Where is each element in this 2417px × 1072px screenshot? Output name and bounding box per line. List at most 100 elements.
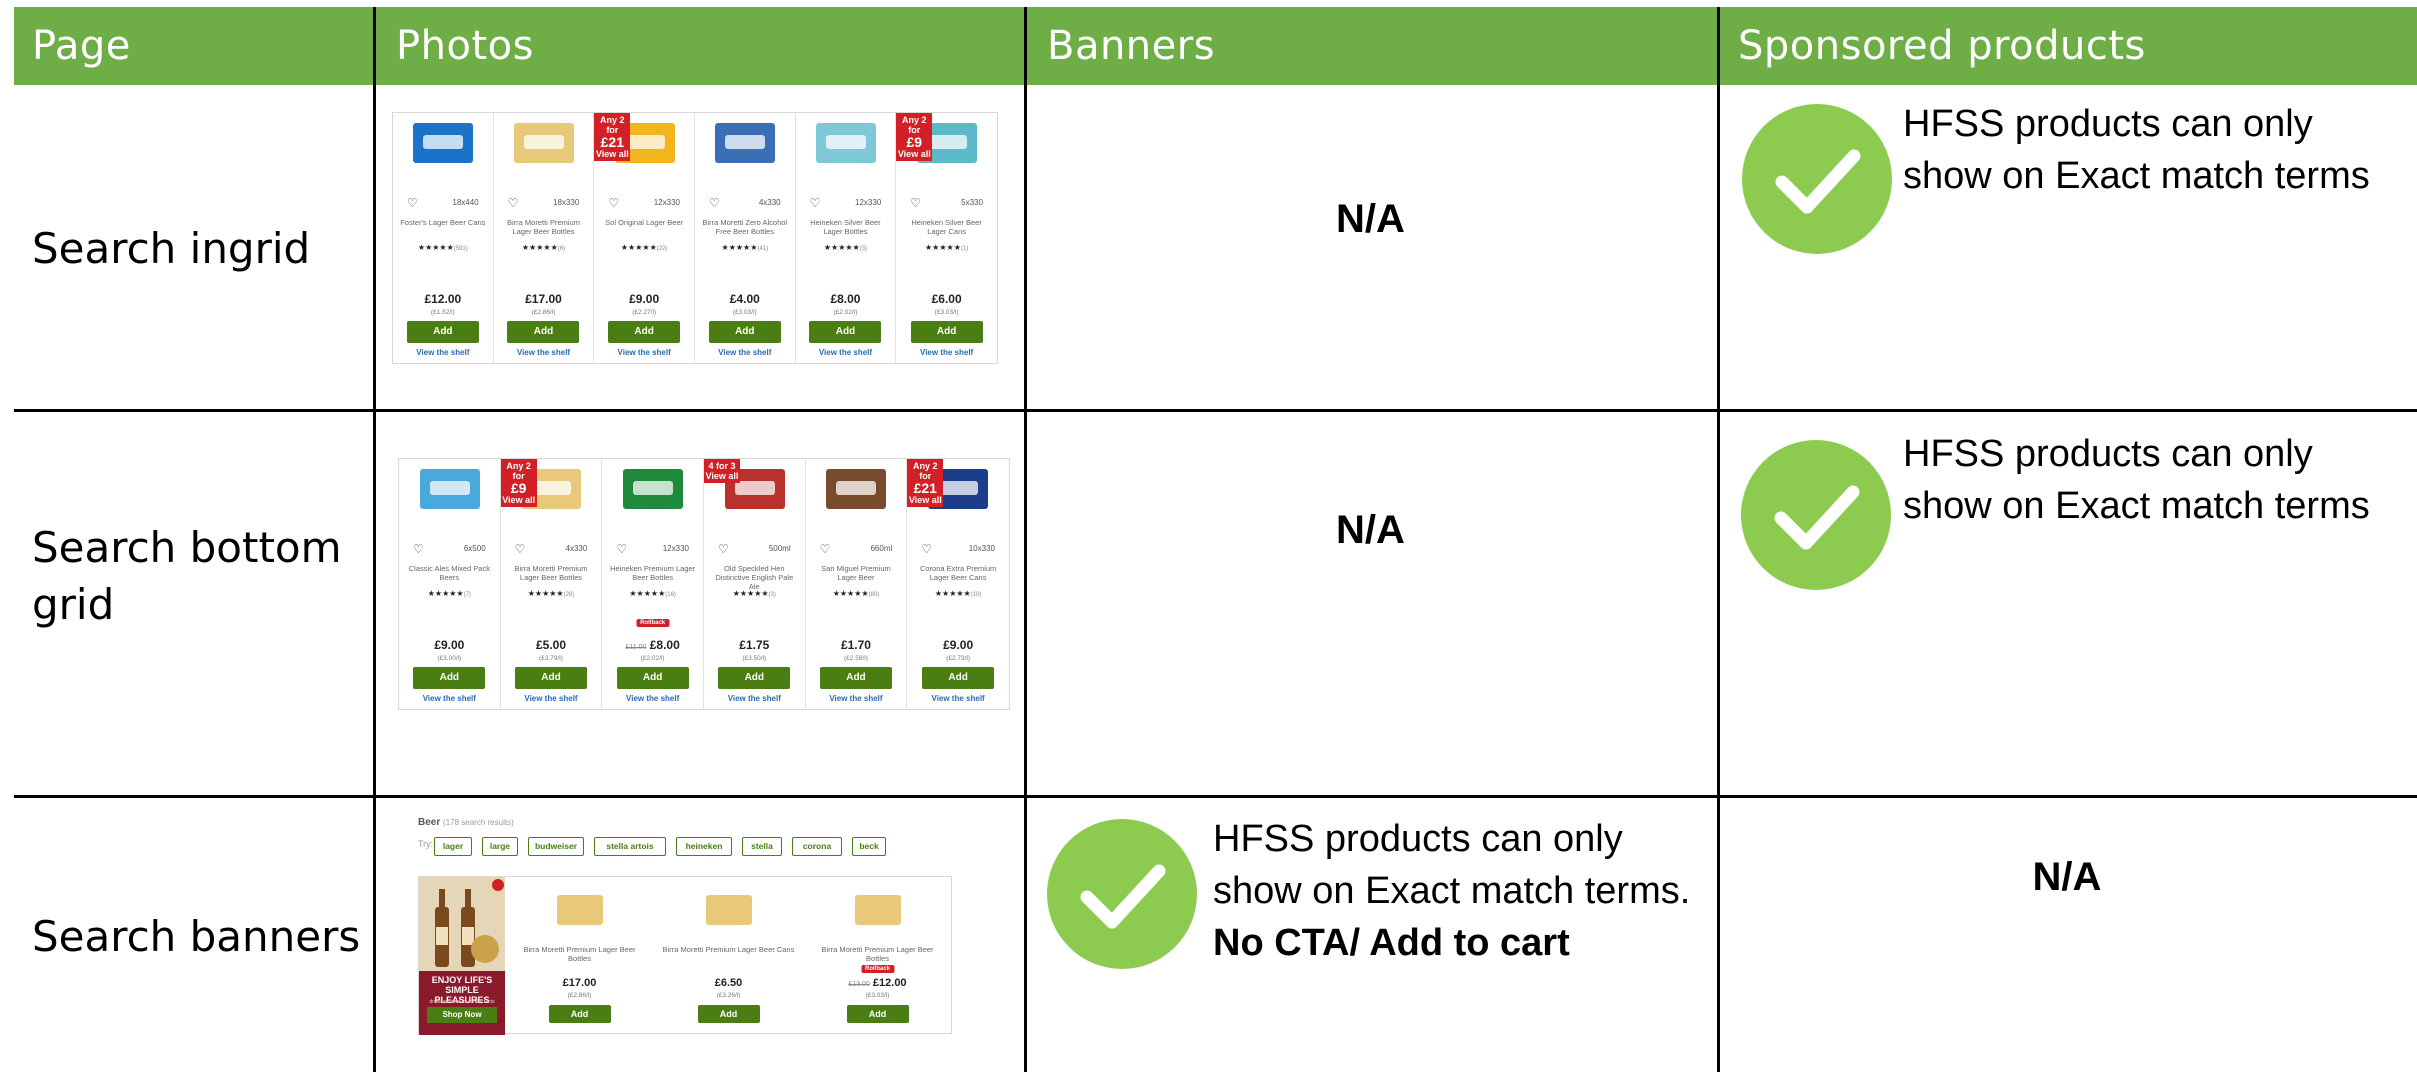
rating-stars: ★★★★★(3) xyxy=(704,589,805,598)
favourite-icon[interactable]: ♡ xyxy=(608,196,619,210)
add-button[interactable]: Add xyxy=(718,667,791,689)
pack-size: 12x330 xyxy=(662,544,689,553)
unit-price: (£3.00/l) xyxy=(437,655,462,662)
favourite-icon[interactable]: ♡ xyxy=(515,542,526,556)
product-image[interactable] xyxy=(815,123,876,163)
product-price: £1.70 xyxy=(806,638,907,652)
suggestion-chip[interactable]: stella artois xyxy=(594,837,666,856)
favourite-icon[interactable]: ♡ xyxy=(718,542,729,556)
row-divider xyxy=(14,409,2417,412)
favourite-icon[interactable]: ♡ xyxy=(820,542,831,556)
add-button[interactable]: Add xyxy=(819,667,892,689)
deal-badge-line: View all xyxy=(502,495,536,505)
pack-size: 12x330 xyxy=(855,198,882,207)
favourite-icon[interactable]: ♡ xyxy=(921,542,932,556)
deal-badge-line: £21 xyxy=(600,134,624,150)
view-shelf-link[interactable]: View the shelf xyxy=(494,348,594,357)
view-shelf-link[interactable]: View the shelf xyxy=(695,348,795,357)
product-image[interactable] xyxy=(413,123,474,163)
suggestion-chip[interactable]: budweiser xyxy=(528,837,584,856)
stars-icon: ★★★★★ xyxy=(925,243,961,252)
rating-stars: ★★★★★(16) xyxy=(602,589,703,598)
row-divider xyxy=(14,795,2417,798)
pack-size: 12x330 xyxy=(653,198,680,207)
view-shelf-link[interactable]: View the shelf xyxy=(594,348,694,357)
add-button[interactable]: Add xyxy=(910,321,983,343)
product-price: £11.00 £8.00 xyxy=(602,638,703,652)
product-image[interactable] xyxy=(557,895,603,925)
deal-badge[interactable]: Any 2 for £21 View all xyxy=(907,459,944,507)
review-count: (1) xyxy=(960,246,969,252)
product-card: 4 for 3 View all ♡ 500ml Old Speckled Hen Di… xyxy=(703,459,806,709)
view-shelf-link[interactable]: View the shelf xyxy=(806,694,907,703)
product-label xyxy=(725,135,766,149)
view-shelf-link[interactable]: View the shelf xyxy=(602,694,703,703)
sponsored-na-row3: N/A xyxy=(2032,855,2102,899)
view-shelf-link[interactable]: View the shelf xyxy=(393,348,493,357)
product-image[interactable] xyxy=(419,469,480,509)
review-count: (6) xyxy=(557,246,566,252)
product-image[interactable] xyxy=(826,469,887,509)
product-name: Birra Moretti Premium Lager Beer Bottles xyxy=(514,564,588,582)
favourite-icon[interactable]: ♡ xyxy=(407,196,418,210)
price-value: £9.00 xyxy=(943,638,974,652)
add-button[interactable]: Add xyxy=(922,667,995,689)
view-shelf-link[interactable]: View the shelf xyxy=(896,348,997,357)
add-button[interactable]: Add xyxy=(846,1005,909,1023)
unit-price: (£2.02/l) xyxy=(640,655,665,662)
sponsored-rule-row1: HFSS products can only show on Exact mat… xyxy=(1903,103,2370,197)
deal-badge[interactable]: Any 2 for £9 View all xyxy=(500,459,537,507)
deal-badge[interactable]: 4 for 3 View all xyxy=(703,459,740,483)
add-button[interactable]: Add xyxy=(548,1005,611,1023)
add-button[interactable]: Add xyxy=(708,321,781,343)
suggestion-chip[interactable]: heineken xyxy=(676,837,732,856)
try-label: Try: xyxy=(418,839,434,849)
add-button[interactable]: Add xyxy=(507,321,580,343)
deal-badge-line: Any 2 for xyxy=(600,115,625,135)
price-value: £17.00 xyxy=(525,292,562,306)
deal-badge[interactable]: Any 2 for £21 View all xyxy=(594,113,631,161)
add-button[interactable]: Add xyxy=(608,321,681,343)
rating-stars: ★★★★★(7) xyxy=(399,589,500,598)
add-button[interactable]: Add xyxy=(514,667,587,689)
view-shelf-link[interactable]: View the shelf xyxy=(501,694,602,703)
add-button[interactable]: Add xyxy=(406,321,479,343)
add-button[interactable]: Add xyxy=(413,667,486,689)
unit-price: (£2.73/l) xyxy=(946,655,971,662)
view-shelf-link[interactable]: View the shelf xyxy=(399,694,500,703)
product-price: £8.00 xyxy=(796,292,896,306)
unit-price: (£2.58/l) xyxy=(844,655,868,662)
suggestion-chip[interactable]: corona xyxy=(792,837,842,856)
review-count: (22) xyxy=(656,246,668,252)
favourite-icon[interactable]: ♡ xyxy=(616,542,627,556)
suggestion-chip[interactable]: beck xyxy=(852,837,886,856)
add-button[interactable]: Add xyxy=(809,321,882,343)
deal-badge[interactable]: Any 2 for £9 View all xyxy=(896,113,933,161)
suggestion-chip[interactable]: stella xyxy=(742,837,782,856)
rating-stars: ★★★★★(80) xyxy=(806,589,907,598)
favourite-icon[interactable]: ♡ xyxy=(810,196,821,210)
favourite-icon[interactable]: ♡ xyxy=(709,196,720,210)
suggestion-chip[interactable]: large xyxy=(482,837,518,856)
add-button[interactable]: Add xyxy=(697,1005,760,1023)
view-shelf-link[interactable]: View the shelf xyxy=(907,694,1009,703)
search-term: Beer xyxy=(418,817,441,828)
product-image[interactable] xyxy=(855,895,901,925)
add-button[interactable]: Add xyxy=(616,667,689,689)
favourite-icon[interactable]: ♡ xyxy=(508,196,519,210)
price-value: £8.00 xyxy=(649,638,680,652)
suggestion-chip[interactable]: lager xyxy=(434,837,472,856)
search-banner: ENJOY LIFE'S SIMPLE PLEASURES drinkaware… xyxy=(418,876,952,1035)
promo-banner[interactable]: ENJOY LIFE'S SIMPLE PLEASURES drinkaware… xyxy=(419,877,505,1035)
product-image[interactable] xyxy=(715,123,776,163)
favourite-icon[interactable]: ♡ xyxy=(413,542,424,556)
product-image[interactable] xyxy=(706,895,752,925)
view-shelf-link[interactable]: View the shelf xyxy=(796,348,896,357)
favourite-icon[interactable]: ♡ xyxy=(910,196,921,210)
product-image[interactable] xyxy=(513,123,574,163)
shop-now-button[interactable]: Shop Now xyxy=(427,1007,497,1023)
view-shelf-link[interactable]: View the shelf xyxy=(704,694,805,703)
product-image[interactable] xyxy=(623,469,684,509)
unit-price: (£3.50/l) xyxy=(742,655,767,662)
review-count: (591) xyxy=(453,246,468,252)
